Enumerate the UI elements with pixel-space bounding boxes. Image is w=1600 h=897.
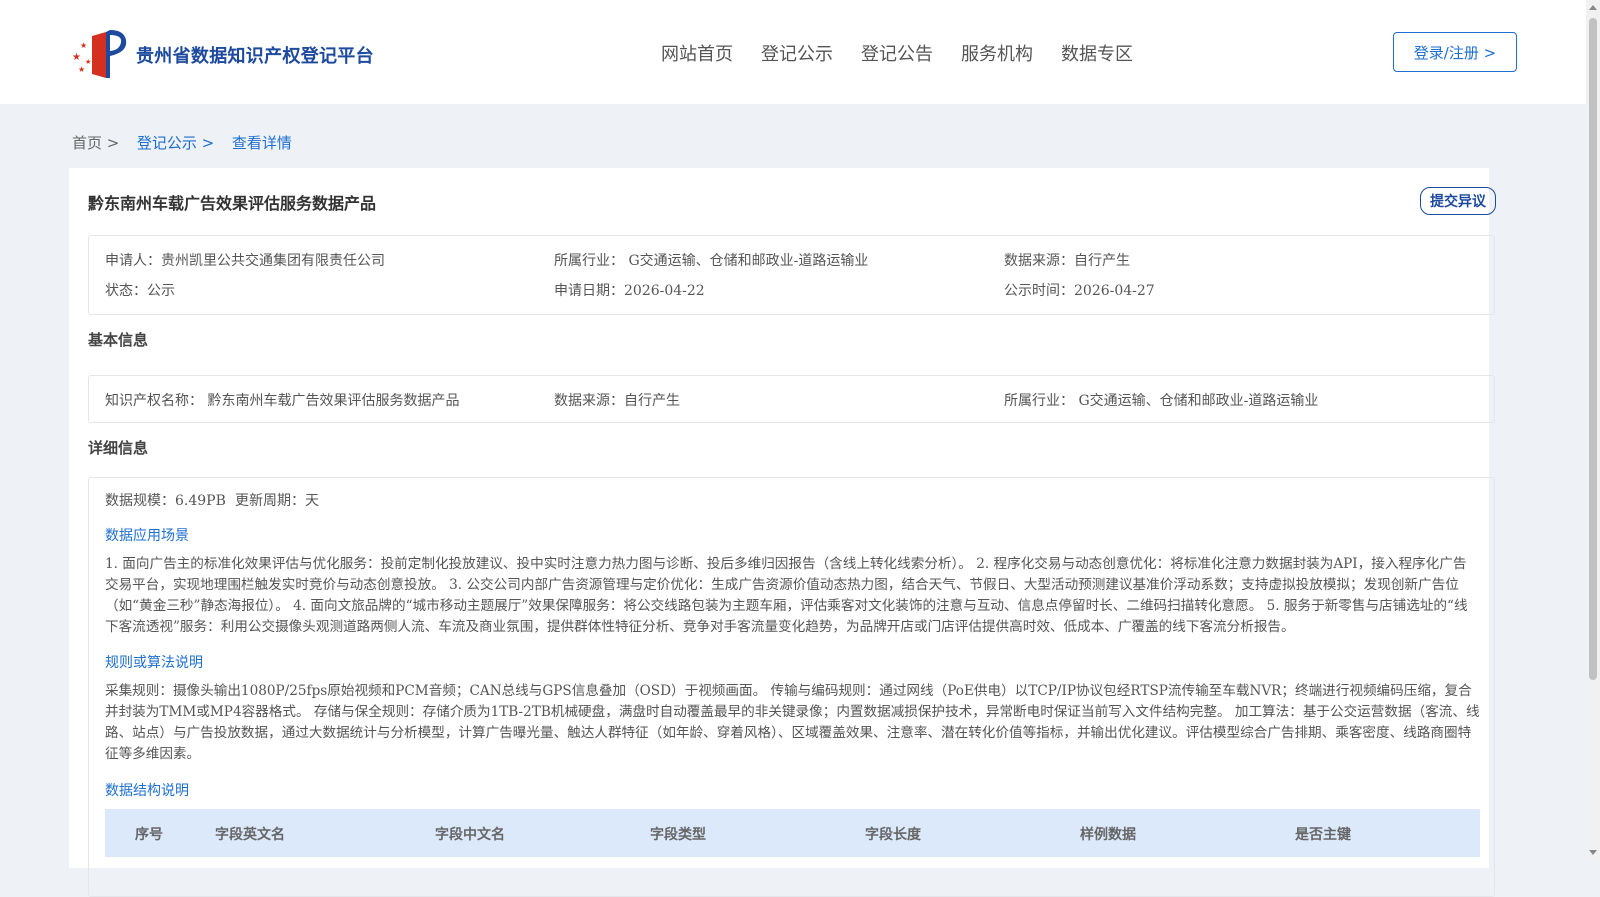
status: 状态：公示 <box>105 283 175 299</box>
th-index: 序号 <box>135 827 163 843</box>
scroll-down-arrow-icon[interactable] <box>1589 850 1597 855</box>
page-scrollbar[interactable] <box>1586 0 1600 861</box>
scrollbar-thumb[interactable] <box>1589 18 1597 680</box>
nav-registration-publicity[interactable]: 登记公示 <box>761 40 833 66</box>
basic-info-box: 知识产权名称： 黔东南州车载广告效果评估服务数据产品 数据来源：自行产生 所属行… <box>88 375 1495 423</box>
update-cycle: 更新周期：天 <box>235 493 319 509</box>
industry: 所属行业： G交通运输、仓储和邮政业-道路运输业 <box>554 253 869 269</box>
detail-card: 黔东南州车载广告效果评估服务数据产品 提交异议 申请人：贵州凯里公共交通集团有限… <box>69 168 1496 897</box>
main-nav: 网站首页 登记公示 登记公告 服务机构 数据专区 <box>661 40 1161 66</box>
breadcrumb-registration-publicity[interactable]: 登记公示 > <box>137 134 214 152</box>
nav-registration-announcement[interactable]: 登记公告 <box>861 40 933 66</box>
breadcrumb-home[interactable]: 首页 > <box>72 134 119 152</box>
applicant: 申请人：贵州凯里公共交通集团有限责任公司 <box>105 253 385 269</box>
th-primary-key: 是否主键 <box>1295 827 1351 843</box>
basic-industry: 所属行业： G交通运输、仓储和邮政业-道路运输业 <box>1004 393 1319 409</box>
breadcrumb-view-details[interactable]: 查看详情 <box>232 134 292 152</box>
th-field-length: 字段长度 <box>865 827 921 843</box>
th-field-en: 字段英文名 <box>215 827 285 843</box>
data-source: 数据来源：自行产生 <box>1004 253 1130 269</box>
submit-objection-button[interactable]: 提交异议 <box>1420 187 1496 215</box>
data-structure-table-header: 序号 字段英文名 字段中文名 字段类型 字段长度 样例数据 是否主键 <box>105 809 1480 857</box>
publish-date: 公示时间：2026-04-27 <box>1004 283 1155 299</box>
rules-text: 采集规则：摄像头输出1080P/25fps原始视频和PCM音频；CAN总线与GP… <box>105 683 1480 762</box>
platform-logo-icon: ★ ★ ★ ★ <box>72 30 127 78</box>
th-field-type: 字段类型 <box>650 827 706 843</box>
data-scale: 数据规模：6.49PB <box>105 493 226 509</box>
detail-info-box: 数据规模：6.49PB 更新周期：天 数据应用场景 1. 面向广告主的标准化效果… <box>88 477 1495 897</box>
rules-heading: 规则或算法说明 <box>105 655 203 671</box>
product-title: 黔东南州车载广告效果评估服务数据产品 <box>88 194 377 213</box>
nav-data-zone[interactable]: 数据专区 <box>1061 40 1133 66</box>
scroll-up-arrow-icon[interactable] <box>1589 5 1597 10</box>
summary-box: 申请人：贵州凯里公共交通集团有限责任公司 所属行业： G交通运输、仓储和邮政业-… <box>88 235 1495 315</box>
th-field-cn: 字段中文名 <box>435 827 505 843</box>
svg-text:★: ★ <box>85 58 91 66</box>
apply-date: 申请日期：2026-04-22 <box>554 283 705 299</box>
basic-data-source: 数据来源：自行产生 <box>554 393 680 409</box>
login-register-button[interactable]: 登录/注册 > <box>1393 32 1517 72</box>
scenario-heading: 数据应用场景 <box>105 528 189 544</box>
structure-heading: 数据结构说明 <box>105 783 189 799</box>
basic-info-heading: 基本信息 <box>88 331 149 349</box>
svg-text:★: ★ <box>78 65 85 74</box>
ip-name: 知识产权名称： 黔东南州车载广告效果评估服务数据产品 <box>105 393 460 409</box>
breadcrumb: 首页 > 登记公示 > 查看详情 <box>72 132 292 153</box>
th-sample-data: 样例数据 <box>1080 827 1136 843</box>
detail-info-heading: 详细信息 <box>88 439 149 457</box>
scenario-text: 1. 面向广告主的标准化效果评估与优化服务：投前定制化投放建议、投中实时注意力热… <box>105 556 1468 635</box>
svg-text:★: ★ <box>72 52 81 63</box>
nav-home[interactable]: 网站首页 <box>661 40 733 66</box>
top-header: ★ ★ ★ ★ 贵州省数据知识产权登记平台 网站首页 登记公示 登记公告 服务机… <box>0 0 1586 104</box>
svg-text:★: ★ <box>80 41 87 50</box>
site-title[interactable]: 贵州省数据知识产权登记平台 <box>136 42 374 68</box>
nav-service-agencies[interactable]: 服务机构 <box>961 40 1033 66</box>
